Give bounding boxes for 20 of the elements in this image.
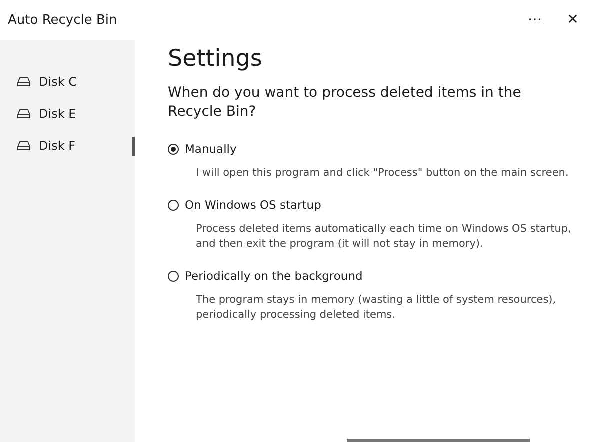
window-title: Auto Recycle Bin [8, 12, 118, 28]
drive-icon [17, 109, 31, 119]
page-heading: Settings [168, 46, 264, 72]
close-button[interactable]: ✕ [554, 0, 592, 40]
more-button[interactable]: ⋯ [516, 0, 554, 40]
question-text: When do you want to process deleted items in the Recycle Bin? [168, 84, 522, 122]
option-description: I will open this program and click "Process" button on the main screen. [195, 166, 570, 181]
option-description: The program stays in memory (wasting a little of system resources), periodically processing deleted items. [195, 293, 558, 323]
radio-button[interactable] [168, 270, 179, 282]
option-description: Process deleted items automatically each time on Windows OS startup, and then exit the program (it will not stay in memory). [195, 222, 572, 252]
radio-button[interactable] [168, 144, 179, 154]
radio-option[interactable]: Periodically on the background [168, 269, 592, 283]
radio-option[interactable]: On Windows OS startup [168, 198, 592, 212]
drive-icon [17, 77, 31, 87]
radio-button[interactable] [168, 200, 179, 210]
sidebar-item[interactable]: Disk C [0, 66, 135, 98]
drive-icon [17, 141, 31, 151]
sidebar-item[interactable]: Disk F [0, 130, 135, 162]
sidebar-item[interactable]: Disk E [0, 98, 135, 130]
radio-option[interactable]: Manually [168, 142, 592, 156]
